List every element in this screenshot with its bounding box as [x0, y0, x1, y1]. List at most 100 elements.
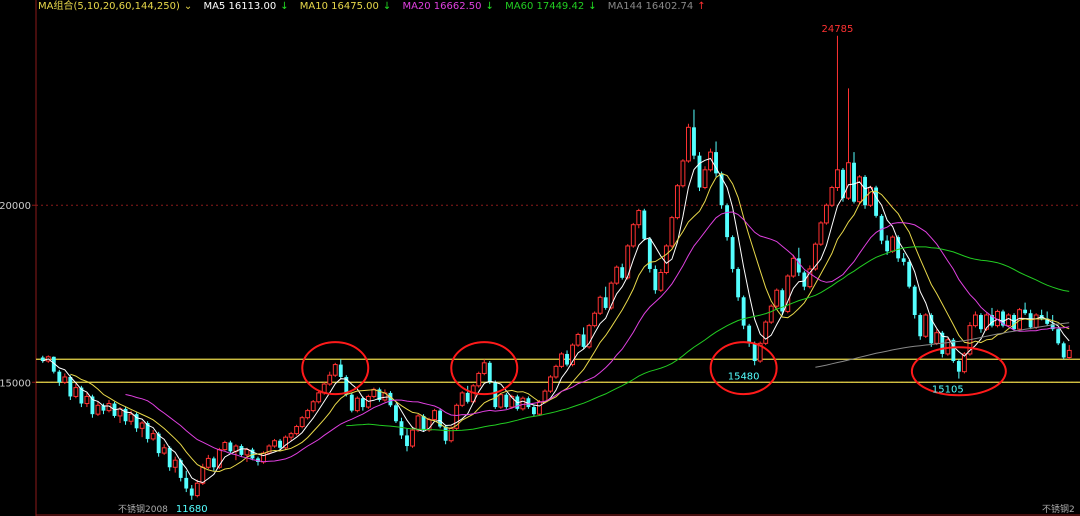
- candle-body: [575, 333, 581, 346]
- price-labels: 24785 15480 15105 11680 不锈钢2008 不锈钢2: [118, 24, 1075, 515]
- candle-body: [846, 162, 851, 199]
- candle-body: [592, 312, 598, 327]
- candle-body: [448, 427, 454, 442]
- candle-body: [239, 446, 244, 455]
- candle-body: [697, 155, 702, 188]
- candle-body: [1012, 315, 1016, 330]
- candle-body: [184, 477, 189, 489]
- candle-body: [597, 296, 603, 314]
- candle-body: [410, 429, 415, 447]
- candle-body: [228, 442, 233, 452]
- candle-body: [1006, 314, 1011, 327]
- candle-body: [394, 405, 398, 422]
- candle-body: [863, 176, 867, 206]
- contract-label: 不锈钢2: [1042, 503, 1075, 515]
- candle-body: [951, 339, 956, 362]
- candle-body: [956, 361, 961, 372]
- candle-body: [752, 343, 757, 362]
- candles: [40, 35, 1072, 500]
- candle-body: [934, 332, 940, 344]
- candle-body: [647, 238, 652, 269]
- candle-body: [669, 217, 675, 247]
- candle-body: [57, 371, 62, 383]
- candle-body: [84, 395, 90, 405]
- ma5-line: [42, 157, 1070, 484]
- candle-body: [1066, 349, 1072, 358]
- highlight-circle: [709, 341, 778, 396]
- candle-body: [1033, 314, 1039, 328]
- candle-body: [531, 407, 536, 415]
- candle-body: [680, 160, 686, 187]
- price-label: 15105: [932, 385, 964, 396]
- candle-body: [537, 401, 542, 415]
- candle-body: [829, 187, 835, 206]
- candle-body: [244, 449, 250, 456]
- candle-body: [923, 314, 929, 337]
- highlight-circles: [301, 341, 1007, 397]
- candle-body: [890, 236, 896, 252]
- candle-body: [979, 315, 983, 330]
- contract-label: 不锈钢2008: [118, 503, 168, 515]
- candle-body: [972, 314, 978, 327]
- candle-body: [823, 204, 829, 224]
- candle-body: [95, 404, 101, 415]
- candle-body: [768, 305, 774, 323]
- candle-body: [725, 205, 730, 238]
- candle-body: [459, 392, 465, 406]
- candle-body: [327, 374, 333, 385]
- candle-body: [481, 362, 487, 374]
- candle-body: [790, 257, 796, 277]
- candle-body: [332, 364, 338, 376]
- candle-body: [603, 297, 608, 308]
- candle-body: [630, 224, 636, 247]
- candle-body: [487, 362, 492, 383]
- price-label: 15480: [728, 371, 760, 382]
- candle-body: [288, 433, 294, 438]
- candle-body: [272, 440, 277, 447]
- gridlines: 15000 20000: [0, 201, 1080, 389]
- candle-body: [349, 394, 354, 411]
- candle-body: [835, 169, 840, 189]
- candle-body: [504, 394, 509, 408]
- candle-body: [912, 286, 917, 316]
- candle-body: [139, 422, 145, 429]
- candlestick-chart[interactable]: 15000 20000 24785 15480 15105 11680 不锈钢2008 不锈…: [0, 0, 1080, 516]
- candle-body: [653, 268, 658, 291]
- candle-body: [741, 297, 746, 326]
- candle-body: [172, 459, 178, 468]
- candle-body: [388, 392, 393, 406]
- ma20-line: [125, 211, 1070, 463]
- candle-body: [476, 372, 482, 387]
- candle-body: [907, 261, 912, 287]
- candle-body: [354, 397, 360, 412]
- candle-body: [692, 127, 696, 156]
- candle-body: [620, 267, 625, 278]
- candle-body: [205, 457, 211, 468]
- candle-body: [493, 382, 498, 408]
- candle-body: [581, 334, 586, 347]
- candle-body: [553, 365, 559, 378]
- candle-body: [520, 397, 526, 410]
- candle-body: [686, 126, 691, 162]
- candle-body: [222, 441, 228, 451]
- candle-body: [901, 258, 906, 262]
- candle-body: [1061, 343, 1066, 358]
- candle-body: [316, 392, 322, 403]
- candle-body: [608, 282, 614, 309]
- candle-body: [465, 392, 470, 402]
- candle-body: [774, 289, 780, 307]
- candle-body: [189, 488, 194, 496]
- ma60-line: [346, 246, 1070, 432]
- candle-body: [1056, 329, 1061, 344]
- candle-body: [885, 240, 890, 252]
- candle-body: [780, 290, 785, 312]
- candle-body: [763, 321, 769, 344]
- candle-body: [818, 222, 824, 245]
- candle-body: [857, 176, 862, 203]
- candle-body: [663, 245, 669, 274]
- y-tick-label: 15000: [0, 378, 31, 389]
- candle-body: [167, 447, 172, 468]
- candle-body: [674, 185, 680, 219]
- candle-body: [642, 210, 647, 239]
- candle-body: [278, 440, 282, 448]
